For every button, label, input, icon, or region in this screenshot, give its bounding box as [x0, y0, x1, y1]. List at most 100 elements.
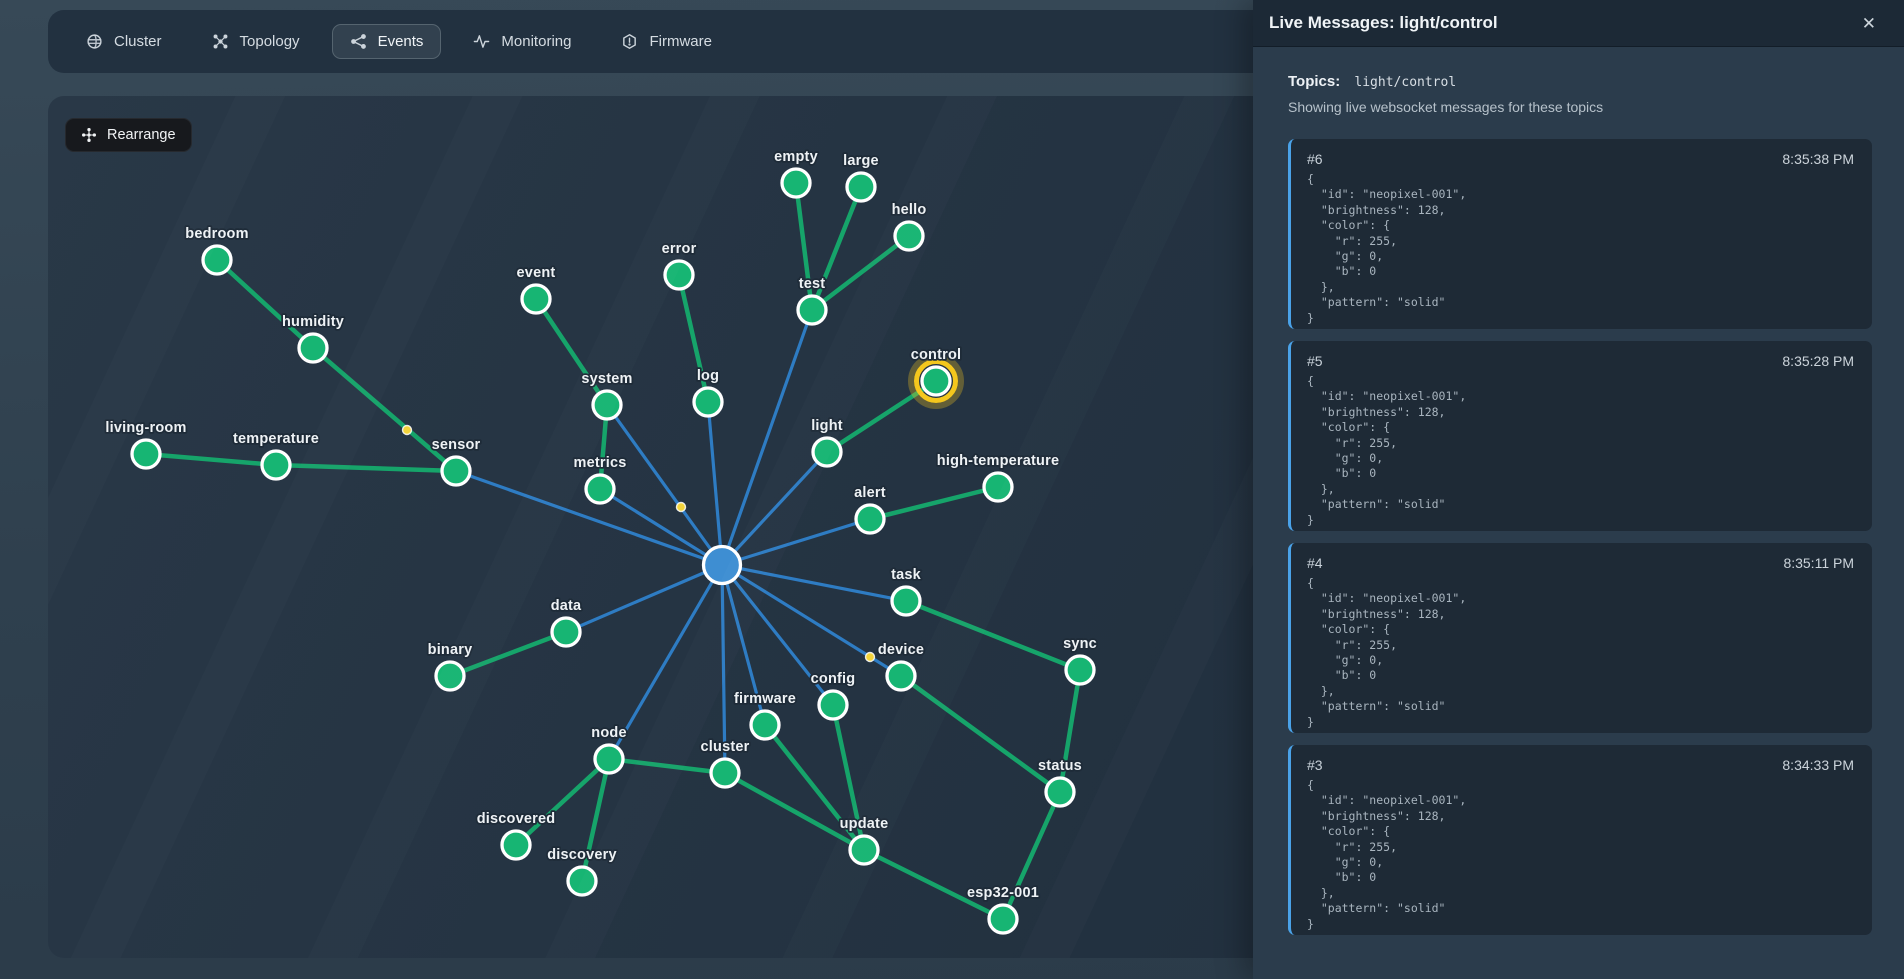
graph-node-light[interactable] — [813, 438, 841, 466]
node-label-error: error — [662, 241, 697, 257]
graph-edge-green — [901, 676, 1060, 792]
panel-subtitle: Showing live websocket messages for thes… — [1288, 99, 1872, 115]
tab-cluster[interactable]: Cluster — [68, 24, 180, 59]
move-icon — [81, 127, 97, 143]
topics-line: Topics: light/control — [1288, 73, 1872, 90]
graph-node-system[interactable] — [593, 391, 621, 419]
node-label-humidity: humidity — [282, 314, 344, 330]
tab-label: Cluster — [114, 33, 162, 50]
node-label-system: system — [581, 371, 632, 387]
graph-node-sync[interactable] — [1066, 656, 1094, 684]
graph-edge-blue — [607, 405, 722, 565]
message-timestamp: 8:35:11 PM — [1783, 555, 1854, 571]
graph-node-log[interactable] — [694, 388, 722, 416]
message-card: #4 8:35:11 PM { "id": "neopixel-001", "b… — [1288, 543, 1872, 733]
node-label-task: task — [891, 567, 922, 583]
packet-dot — [866, 653, 875, 662]
graph-node-large[interactable] — [847, 173, 875, 201]
graph-node-hub[interactable] — [704, 547, 741, 584]
tab-events[interactable]: Events — [332, 24, 442, 59]
graph-node-esp32-001[interactable] — [989, 905, 1017, 933]
graph-edge-green — [146, 454, 276, 465]
message-card: #5 8:35:28 PM { "id": "neopixel-001", "b… — [1288, 341, 1872, 531]
node-label-firmware: firmware — [734, 691, 796, 707]
panel-title: Live Messages: light/control — [1269, 13, 1498, 33]
graph-node-data[interactable] — [552, 618, 580, 646]
graph-node-living-room[interactable] — [132, 440, 160, 468]
graph-node-control[interactable] — [922, 367, 950, 395]
graph-node-metrics[interactable] — [586, 475, 614, 503]
message-list: #6 8:35:38 PM { "id": "neopixel-001", "b… — [1288, 139, 1872, 935]
node-label-large: large — [843, 153, 879, 169]
node-label-bedroom: bedroom — [185, 226, 248, 242]
node-label-living-room: living-room — [105, 420, 186, 436]
graph-edge-green — [609, 759, 725, 773]
node-label-high-temperature: high-temperature — [937, 453, 1059, 469]
graph-node-error[interactable] — [665, 261, 693, 289]
graph-node-empty[interactable] — [782, 169, 810, 197]
panel-body: Topics: light/control Showing live webso… — [1253, 47, 1904, 947]
node-label-discovery: discovery — [547, 847, 617, 863]
tab-monitoring[interactable]: Monitoring — [455, 24, 589, 59]
graph-node-humidity[interactable] — [299, 334, 327, 362]
node-label-node: node — [591, 725, 626, 741]
graph-node-update[interactable] — [850, 836, 878, 864]
graph-node-device[interactable] — [887, 662, 915, 690]
graph-node-test[interactable] — [798, 296, 826, 324]
globe-icon — [86, 33, 103, 50]
graph-edge-green — [725, 773, 864, 850]
message-timestamp: 8:35:38 PM — [1782, 151, 1854, 167]
node-label-empty: empty — [774, 149, 818, 165]
topics-label: Topics: — [1288, 73, 1340, 90]
node-label-test: test — [799, 276, 826, 292]
graph-node-task[interactable] — [892, 587, 920, 615]
graph-edge-blue — [708, 402, 722, 565]
message-payload: { "id": "neopixel-001", "brightness": 12… — [1291, 573, 1872, 733]
graph-node-discovery[interactable] — [568, 867, 596, 895]
graph-node-event[interactable] — [522, 285, 550, 313]
node-label-esp32-001: esp32-001 — [967, 885, 1039, 901]
graph-edge-blue — [722, 310, 812, 565]
close-icon[interactable]: ✕ — [1858, 11, 1880, 36]
message-id: #5 — [1307, 353, 1323, 369]
graph-node-config[interactable] — [819, 691, 847, 719]
node-label-config: config — [811, 671, 856, 687]
rearrange-label: Rearrange — [107, 127, 176, 143]
graph-node-node[interactable] — [595, 745, 623, 773]
node-label-sensor: sensor — [432, 437, 481, 453]
node-label-control: control — [911, 347, 962, 363]
graph-node-temperature[interactable] — [262, 451, 290, 479]
message-payload: { "id": "neopixel-001", "brightness": 12… — [1291, 775, 1872, 935]
graph-node-high-temperature[interactable] — [984, 473, 1012, 501]
message-timestamp: 8:35:28 PM — [1782, 353, 1854, 369]
message-card: #3 8:34:33 PM { "id": "neopixel-001", "b… — [1288, 745, 1872, 935]
packet-dot — [403, 426, 412, 435]
graph-edge-green — [906, 601, 1080, 670]
tab-label: Topology — [240, 33, 300, 50]
message-payload: { "id": "neopixel-001", "brightness": 12… — [1291, 169, 1872, 329]
graph-node-status[interactable] — [1046, 778, 1074, 806]
tab-firmware[interactable]: Firmware — [603, 24, 730, 59]
graph-node-hello[interactable] — [895, 222, 923, 250]
node-label-event: event — [517, 265, 556, 281]
rearrange-button[interactable]: Rearrange — [65, 118, 192, 152]
graph-edge-green — [217, 260, 313, 348]
graph-node-alert[interactable] — [856, 505, 884, 533]
graph-node-bedroom[interactable] — [203, 246, 231, 274]
graph-edge-green — [870, 487, 998, 519]
node-label-discovered: discovered — [477, 811, 556, 827]
tab-label: Events — [378, 33, 424, 50]
graph-node-firmware[interactable] — [751, 711, 779, 739]
message-id: #4 — [1307, 555, 1323, 571]
graph-node-discovered[interactable] — [502, 831, 530, 859]
message-id: #6 — [1307, 151, 1323, 167]
message-payload: { "id": "neopixel-001", "brightness": 12… — [1291, 371, 1872, 531]
node-label-device: device — [878, 642, 924, 658]
activity-icon — [473, 33, 490, 50]
graph-node-binary[interactable] — [436, 662, 464, 690]
topics-value: light/control — [1354, 75, 1456, 90]
tab-topology[interactable]: Topology — [194, 24, 318, 59]
graph-node-sensor[interactable] — [442, 457, 470, 485]
node-label-status: status — [1038, 758, 1082, 774]
graph-node-cluster[interactable] — [711, 759, 739, 787]
